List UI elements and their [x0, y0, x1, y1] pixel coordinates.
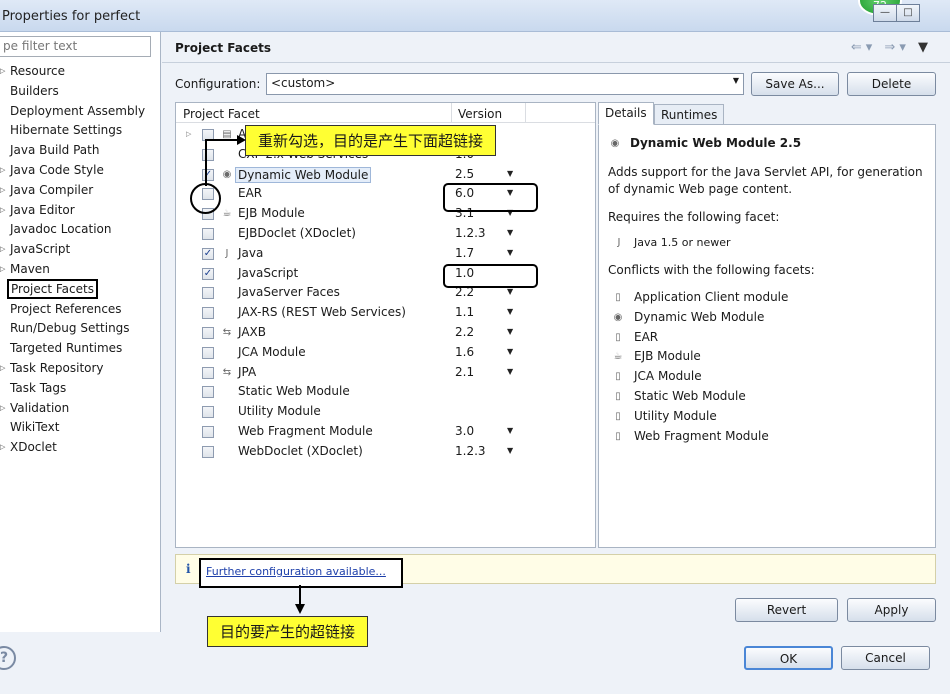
arrow-head: [295, 604, 305, 614]
annotation-arrows: [205, 135, 305, 614]
tab-details[interactable]: Details: [598, 102, 654, 125]
arrow-head: [237, 135, 246, 145]
arrow-line: [205, 139, 238, 186]
